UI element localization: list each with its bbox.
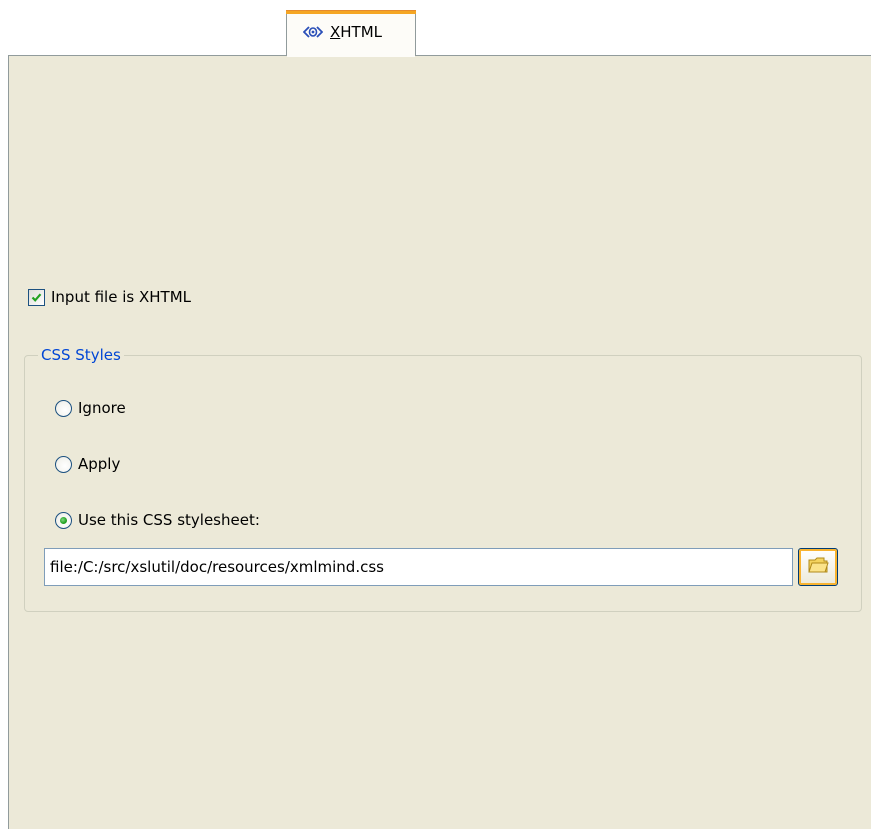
- radio-use-stylesheet[interactable]: [55, 511, 72, 529]
- radio-use-stylesheet-row[interactable]: Use this CSS stylesheet:: [55, 511, 260, 529]
- radio-use-stylesheet-label: Use this CSS stylesheet:: [78, 511, 260, 529]
- tab-label: XHTML: [330, 23, 382, 41]
- folder-icon: [807, 555, 829, 579]
- tab-xhtml[interactable]: XHTML: [286, 10, 416, 56]
- xhtml-tab-icon: [302, 24, 324, 40]
- browse-stylesheet-button[interactable]: [798, 548, 838, 586]
- tab-joint: [287, 55, 415, 57]
- radio-apply-row[interactable]: Apply: [55, 455, 120, 473]
- stylesheet-path-input[interactable]: [44, 548, 793, 586]
- radio-apply[interactable]: [55, 455, 72, 473]
- css-styles-group-title: CSS Styles: [38, 346, 124, 364]
- input-is-xhtml-label: Input file is XHTML: [51, 288, 191, 306]
- tab-label-rest: HTML: [340, 23, 383, 41]
- radio-ignore-label: Ignore: [78, 399, 126, 417]
- input-is-xhtml-checkbox[interactable]: [28, 288, 45, 306]
- tab-label-mnemonic: X: [330, 23, 341, 41]
- xhtml-options-dialog: XHTML Input file is XHTML CSS Styles Ign…: [0, 0, 871, 829]
- input-is-xhtml-checkbox-row[interactable]: Input file is XHTML: [28, 288, 191, 306]
- radio-ignore[interactable]: [55, 399, 72, 417]
- radio-ignore-row[interactable]: Ignore: [55, 399, 126, 417]
- radio-apply-label: Apply: [78, 455, 121, 473]
